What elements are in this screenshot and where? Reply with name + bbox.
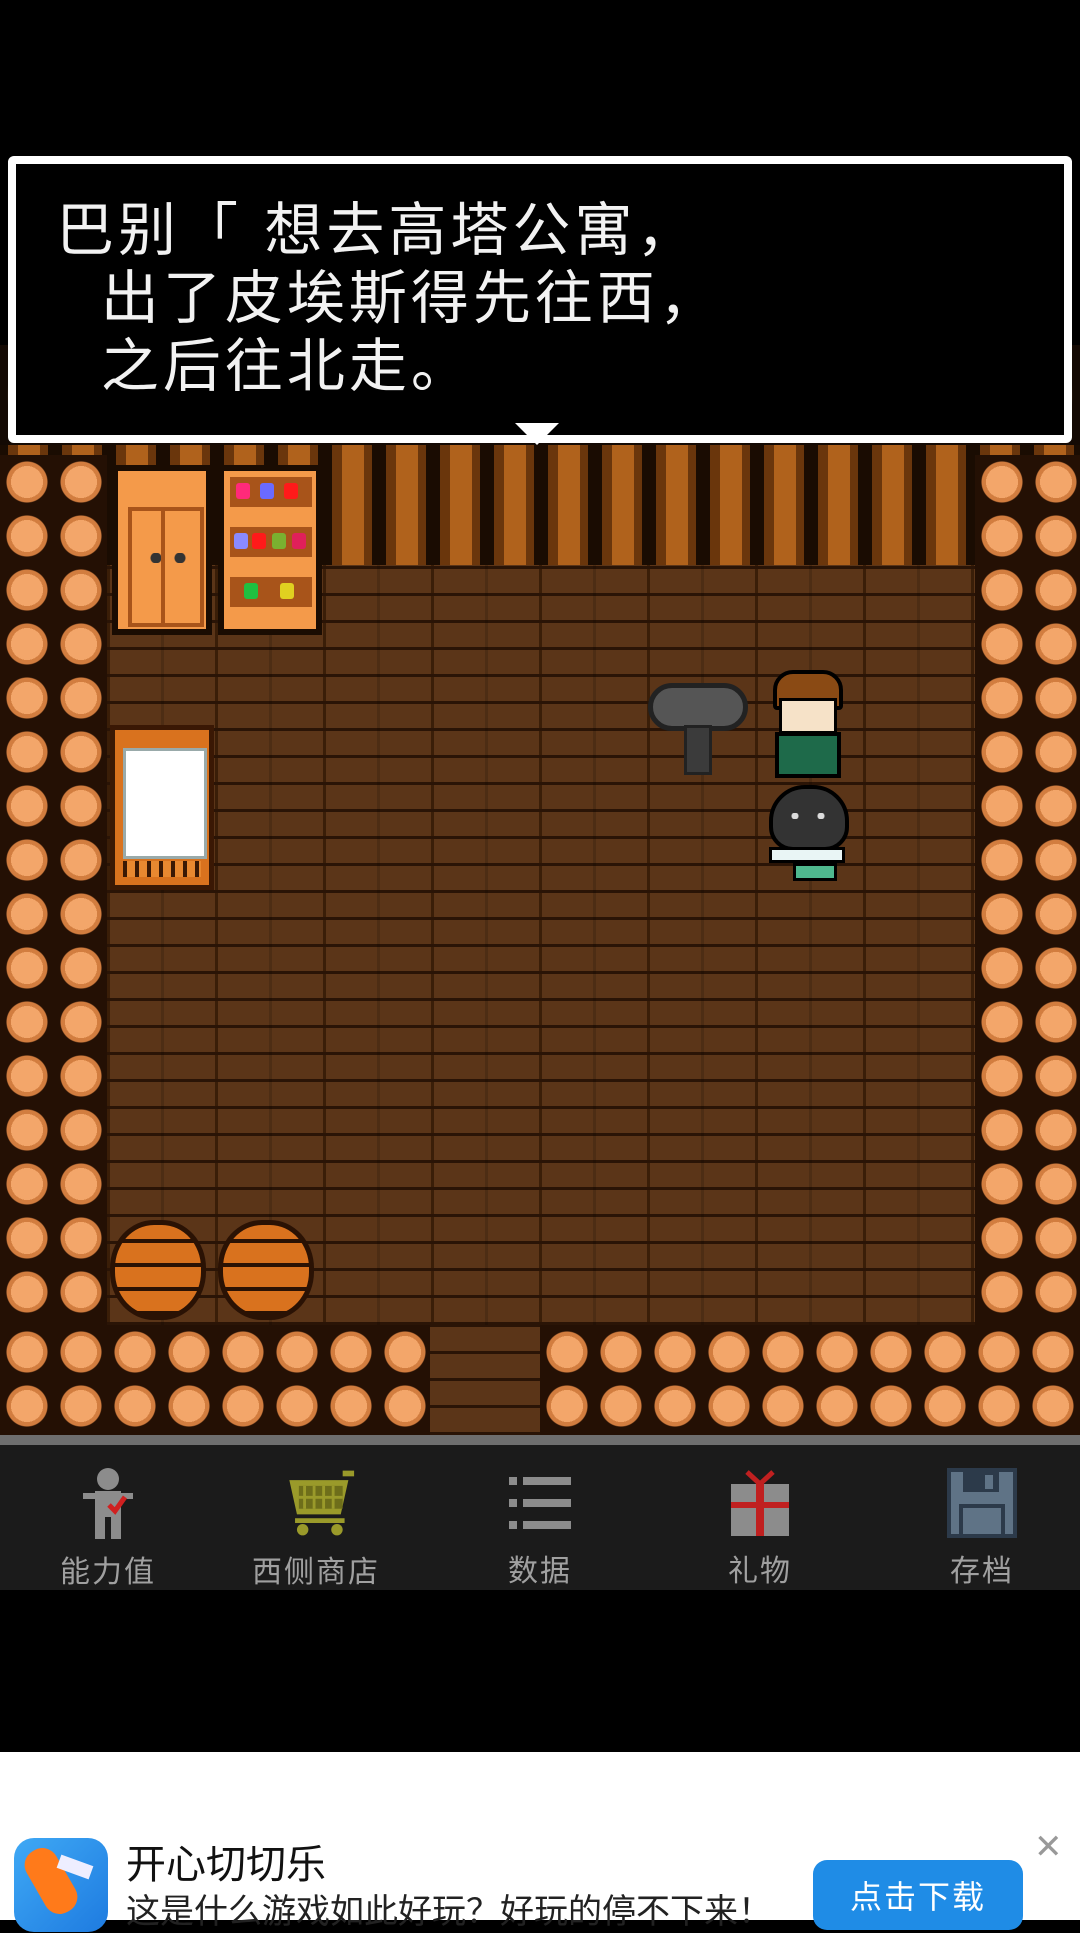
player-character [763,785,855,895]
dialog-text: 巴别「 想去高塔公寓， 出了皮埃斯得先往西， 之后往北走。 [56,196,721,400]
wardrobe[interactable] [112,465,212,635]
player-feet [793,863,837,881]
menu-item-save[interactable]: 存档 [874,1445,1080,1590]
player-eyes [791,813,831,819]
stone-wall-bottom-left [0,1325,430,1435]
potion-icon [260,483,274,499]
npc-face [779,698,837,734]
menu-label-save: 存档 [950,1554,1014,1589]
stats-figure-icon [68,1465,148,1541]
shelf-row [230,477,312,507]
close-icon[interactable]: ✕ [1034,1830,1063,1864]
menu-item-shop[interactable]: 西侧商店 [208,1445,424,1590]
potion-icon [244,583,258,599]
dialog-line-1: 巴别「 想去高塔公寓， [56,196,699,264]
potion-shelf[interactable] [218,465,322,635]
potion-icon [292,533,306,549]
potion-icon [236,483,250,499]
potion-icon [284,483,298,499]
bed[interactable] [110,725,214,890]
stone-wall-right [975,455,1080,1325]
bed-sheet [123,748,207,859]
npc-babel[interactable] [763,670,853,785]
shelf-row [230,527,312,557]
player-shirt [769,847,845,863]
doorway-exit[interactable] [430,1325,540,1435]
dialog-line-2: 出了皮埃斯得先往西， [56,264,721,332]
list-icon [500,1465,580,1540]
potion-icon [252,533,266,549]
ad-banner[interactable]: 开心切切乐 这是什么游戏如此好玩？好玩的停不下来！ 点击下载 ✕ [0,1752,1080,1932]
bottom-menu: 能力值 西侧商店 数据 礼物 存档 [0,1445,1080,1590]
round-table[interactable] [648,683,748,783]
menu-label-shop: 西侧商店 [252,1555,380,1590]
npc-body [775,732,841,778]
dialog-line-3: 之后往北走。 [56,332,473,400]
table-leg [684,725,712,775]
stone-wall-bottom-right [540,1325,1080,1435]
potion-icon [280,583,294,599]
gift-icon [720,1465,800,1540]
bed-footboard [123,861,201,877]
floppy-disk-icon [942,1465,1022,1540]
dialog-box[interactable]: 巴别「 想去高塔公寓， 出了皮埃斯得先往西， 之后往北走。 [8,156,1072,443]
potion-icon [272,533,286,549]
shelf-row [230,577,312,607]
ad-description[interactable]: 这是什么游戏如此好玩？好玩的停不下来！ [126,1884,772,1933]
menu-label-data: 数据 [508,1554,572,1589]
menu-label-gift: 礼物 [728,1554,792,1589]
ad-app-icon[interactable] [14,1838,108,1932]
table-top [648,683,748,731]
menu-item-stats[interactable]: 能力值 [0,1445,216,1590]
scene-bottom-border [0,1435,1080,1445]
menu-item-data[interactable]: 数据 [432,1445,648,1590]
shopping-cart-icon [276,1465,356,1541]
barrel[interactable] [110,1220,206,1320]
barrel[interactable] [218,1220,314,1320]
menu-item-gift[interactable]: 礼物 [652,1445,868,1590]
menu-label-stats: 能力值 [60,1555,156,1590]
dialog-continue-arrow-icon[interactable] [515,423,559,445]
ad-title[interactable]: 开心切切乐 [126,1832,326,1890]
wardrobe-knobs [150,553,186,563]
stone-wall-left [0,455,107,1325]
potion-icon [234,533,248,549]
